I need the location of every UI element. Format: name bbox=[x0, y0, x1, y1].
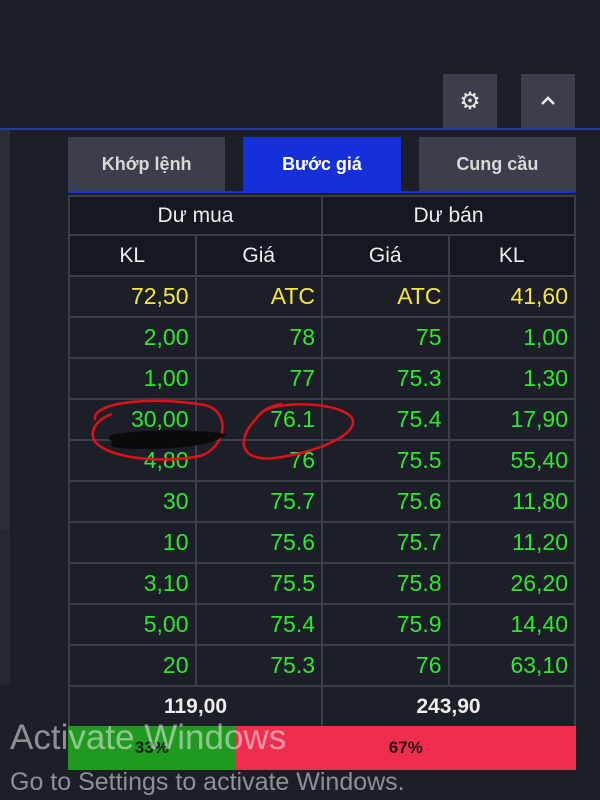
buy-price-header: Giá bbox=[194, 234, 323, 277]
sell-price-cell[interactable]: 75.8 bbox=[321, 562, 450, 605]
buy-price-cell[interactable]: 75.5 bbox=[194, 562, 323, 605]
buy-vol-cell[interactable]: 5,00 bbox=[68, 603, 197, 646]
sell-ratio-segment: 67% bbox=[235, 726, 576, 770]
sell-vol-cell[interactable]: 55,40 bbox=[447, 439, 576, 482]
sell-vol-cell[interactable]: 11,80 bbox=[447, 480, 576, 523]
order-book-rows: 72,50 ATC ATC 41,60 2,00 78 75 1,00 1,00 77 75.3 1,… bbox=[68, 275, 576, 687]
sell-price-cell[interactable]: 75.6 bbox=[321, 480, 450, 523]
sell-price-cell[interactable]: 75.3 bbox=[321, 357, 450, 400]
buy-vol-cell[interactable]: 4,80 bbox=[68, 439, 197, 482]
sell-group-header: Dư bán bbox=[321, 195, 576, 236]
buy-price-cell[interactable]: 75.6 bbox=[194, 521, 323, 564]
order-book-row: 30 75.7 75.6 11,80 bbox=[68, 480, 576, 523]
sell-vol-cell[interactable]: 1,00 bbox=[447, 316, 576, 359]
buy-volume-header: KL bbox=[68, 234, 197, 277]
tab-underline bbox=[68, 191, 576, 193]
sell-price-cell[interactable]: 75.7 bbox=[321, 521, 450, 564]
buy-vol-cell[interactable]: 3,10 bbox=[68, 562, 197, 605]
sell-price-cell[interactable]: 75 bbox=[321, 316, 450, 359]
buy-price-cell[interactable]: 77 bbox=[194, 357, 323, 400]
collapse-button[interactable] bbox=[521, 74, 575, 128]
buy-vol-cell[interactable]: 10 bbox=[68, 521, 197, 564]
watermark-title: Activate Windows bbox=[10, 718, 287, 757]
buy-price-cell[interactable]: 76.1 bbox=[194, 398, 323, 441]
buy-price-cell[interactable]: 75.4 bbox=[194, 603, 323, 646]
buy-vol-cell[interactable]: 30 bbox=[68, 480, 197, 523]
order-book-row: 5,00 75.4 75.9 14,40 bbox=[68, 603, 576, 646]
buy-vol-cell[interactable]: 72,50 bbox=[68, 275, 197, 318]
buy-vol-cell[interactable]: 20 bbox=[68, 644, 197, 687]
sell-price-cell[interactable]: ATC bbox=[321, 275, 450, 318]
order-book-row: 3,10 75.5 75.8 26,20 bbox=[68, 562, 576, 605]
sell-price-cell[interactable]: 76 bbox=[321, 644, 450, 687]
tab-supply-demand[interactable]: Cung cầu bbox=[418, 137, 576, 191]
order-book-row: 4,80 76 75.5 55,40 bbox=[68, 439, 576, 482]
chevron-up-icon bbox=[541, 96, 555, 105]
order-book-panel: Khớp lệnh Bước giá Cung cầu Dư mua Dư bá… bbox=[68, 137, 576, 770]
buy-price-cell[interactable]: 75.7 bbox=[194, 480, 323, 523]
settings-button[interactable]: ⚙ bbox=[443, 74, 497, 128]
order-book-row: 10 75.6 75.7 11,20 bbox=[68, 521, 576, 564]
order-book-row: 30,00 76.1 75.4 17,90 bbox=[68, 398, 576, 441]
gear-icon: ⚙ bbox=[459, 87, 481, 115]
sell-vol-cell[interactable]: 63,10 bbox=[447, 644, 576, 687]
sell-volume-header: KL bbox=[447, 234, 576, 277]
order-book-table: Dư mua Dư bán KL Giá Giá KL 72,50 ATC ATC 4… bbox=[68, 195, 576, 726]
sell-price-cell[interactable]: 75.5 bbox=[321, 439, 450, 482]
sell-total: 243,90 bbox=[321, 685, 576, 726]
buy-price-cell[interactable]: 78 bbox=[194, 316, 323, 359]
order-book-row: 2,00 78 75 1,00 bbox=[68, 316, 576, 359]
tab-bar: Khớp lệnh Bước giá Cung cầu bbox=[68, 137, 576, 191]
sell-vol-cell[interactable]: 41,60 bbox=[447, 275, 576, 318]
order-book-row: 72,50 ATC ATC 41,60 bbox=[68, 275, 576, 318]
sell-price-cell[interactable]: 75.4 bbox=[321, 398, 450, 441]
sell-price-cell[interactable]: 75.9 bbox=[321, 603, 450, 646]
left-panel-edge-lower bbox=[0, 530, 10, 685]
order-book-row: 1,00 77 75.3 1,30 bbox=[68, 357, 576, 400]
buy-price-cell[interactable]: 76 bbox=[194, 439, 323, 482]
sell-vol-cell[interactable]: 11,20 bbox=[447, 521, 576, 564]
tab-price-step[interactable]: Bước giá bbox=[243, 137, 401, 191]
buy-vol-cell[interactable]: 1,00 bbox=[68, 357, 197, 400]
tab-matched-orders[interactable]: Khớp lệnh bbox=[68, 137, 226, 191]
buy-vol-cell[interactable]: 30,00 bbox=[68, 398, 197, 441]
watermark-subtitle: Go to Settings to activate Windows. bbox=[10, 768, 405, 796]
sell-vol-cell[interactable]: 26,20 bbox=[447, 562, 576, 605]
buy-group-header: Dư mua bbox=[68, 195, 323, 236]
buy-vol-cell[interactable]: 2,00 bbox=[68, 316, 197, 359]
order-book-row: 20 75.3 76 63,10 bbox=[68, 644, 576, 687]
left-panel-edge bbox=[0, 130, 10, 530]
sell-price-header: Giá bbox=[321, 234, 450, 277]
buy-price-cell[interactable]: 75.3 bbox=[194, 644, 323, 687]
panel-top-border bbox=[0, 128, 600, 130]
sell-vol-cell[interactable]: 17,90 bbox=[447, 398, 576, 441]
buy-price-cell[interactable]: ATC bbox=[194, 275, 323, 318]
sell-vol-cell[interactable]: 14,40 bbox=[447, 603, 576, 646]
sell-vol-cell[interactable]: 1,30 bbox=[447, 357, 576, 400]
